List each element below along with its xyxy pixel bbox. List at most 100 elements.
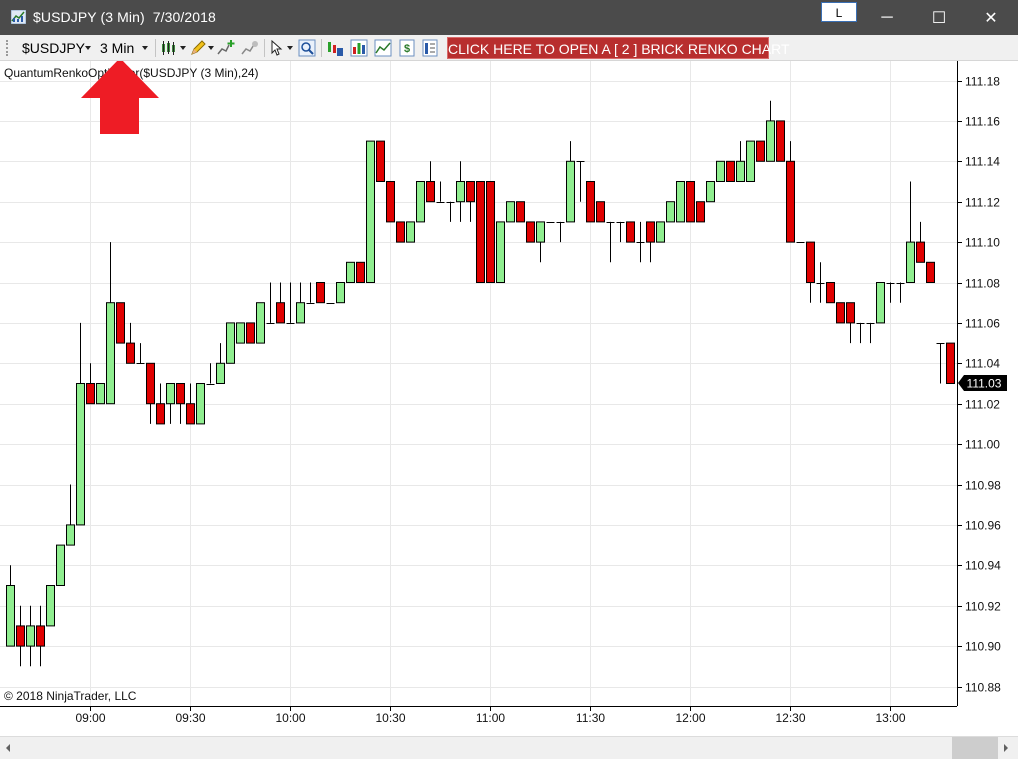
interval-dropdown-icon[interactable] [142,46,148,50]
candle-body [346,261,355,284]
bar-style-dropdown-icon[interactable] [180,46,186,50]
candle [206,363,215,385]
candle [946,342,955,385]
candle-body [246,322,255,344]
scrollbar-thumb[interactable] [952,737,998,759]
price-chart[interactable]: 111.18 111.16 111.14 111.12 111.10 111.08 111.… [0,58,1018,736]
candle [626,221,635,243]
candle-body [76,383,85,526]
candle-body [846,302,855,324]
zoom-icon[interactable] [298,39,316,57]
candle [736,141,745,183]
candle-body [466,181,475,203]
price-label: 110.98 [965,479,1001,493]
candle [416,181,425,223]
cursor-dropdown-icon[interactable] [287,46,293,50]
minimize-button[interactable]: ─ [862,0,912,35]
toolbar-separator [321,39,322,57]
candle-body [316,282,325,304]
candle-body [276,302,285,324]
candle-body [416,181,425,223]
order-entry-icon[interactable]: $ [398,39,416,57]
instrument-dropdown-icon[interactable] [85,46,91,50]
candle [86,363,95,405]
chart-app-icon [11,10,26,24]
candle [236,322,245,344]
interval-selector[interactable]: 3 Min [100,40,134,56]
candle [616,221,625,243]
candle-body [256,302,265,344]
scroll-left-icon[interactable] [6,744,10,752]
scroll-right-icon[interactable] [1004,744,1008,752]
candle [106,242,115,405]
open-renko-chart-button[interactable]: CLICK HERE TO OPEN A [ 2 ] BRICK RENKO C… [447,37,790,59]
candle [546,222,555,223]
candle [36,605,45,667]
candle [266,282,275,324]
candle-body [196,383,205,425]
candle-body [226,322,235,364]
candle [176,383,185,424]
candle [136,343,145,364]
candle [96,383,105,405]
maximize-button[interactable]: ☐ [914,0,964,35]
copyright-label: © 2018 NinjaTrader, LLC [4,689,137,703]
time-label: 12:30 [775,711,805,725]
candle-body [36,625,45,647]
instrument-selector[interactable]: $USDJPY [22,40,85,56]
candle [826,282,835,304]
draw-pencil-icon[interactable] [189,39,207,57]
chart-panel[interactable]: 111.18 111.16 111.14 111.12 111.10 111.08 111.… [0,58,1018,736]
price-label: 111.08 [965,277,1000,291]
toolbar-grip[interactable] [6,40,10,56]
candle [56,544,65,587]
candle [806,241,815,303]
cursor-icon[interactable] [268,39,286,57]
candle [146,362,155,424]
link-button[interactable]: L [821,2,857,22]
time-label: 10:00 [275,711,305,725]
candle [76,322,85,526]
candle-body [536,221,545,243]
candle [656,221,665,243]
candle-body [806,241,815,284]
time-axis[interactable]: 09:00 09:30 10:00 10:30 11:00 11:30 12:00 12:30… [75,706,906,725]
price-label: 111.06 [965,317,1000,331]
time-label: 12:00 [675,711,705,725]
title-bar[interactable]: $USDJPY (3 Min) 7/30/2018 L ─ ☐ ✕ [0,0,1018,35]
horizontal-scrollbar[interactable] [0,736,1018,759]
data-box-icon[interactable] [326,39,344,57]
candle-body [826,282,835,304]
candle [886,282,895,303]
toolbar-separator [155,39,156,57]
price-label: 111.04 [965,357,1000,371]
time-label: 13:00 [875,711,905,725]
candle-body [96,383,105,405]
candle-body [686,181,695,223]
candle-body [736,160,745,183]
candle [66,484,75,546]
line-chart-icon[interactable] [374,39,392,57]
candles [6,100,955,667]
bar-chart-icon[interactable] [350,39,368,57]
chart-grid [0,61,957,706]
price-label: 111.00 [965,438,1000,452]
candle [906,181,915,284]
candle-body [526,221,535,243]
price-label: 111.14 [965,155,1000,169]
window-title: $USDJPY (3 Min) 7/30/2018 [33,9,216,25]
time-label: 11:00 [476,711,505,725]
candle-body [516,201,525,223]
close-button[interactable]: ✕ [966,0,1016,35]
strategy-icon[interactable] [241,39,259,57]
add-indicator-icon[interactable] [217,39,235,57]
candle-body [726,160,735,183]
price-label: 111.10 [965,236,1000,250]
bar-style-icon[interactable] [160,39,178,57]
candle [756,140,765,162]
draw-dropdown-icon[interactable] [208,46,214,50]
candle-body [236,322,245,344]
time-label: 11:30 [576,711,605,725]
candle [536,221,545,263]
properties-icon[interactable] [421,39,439,57]
